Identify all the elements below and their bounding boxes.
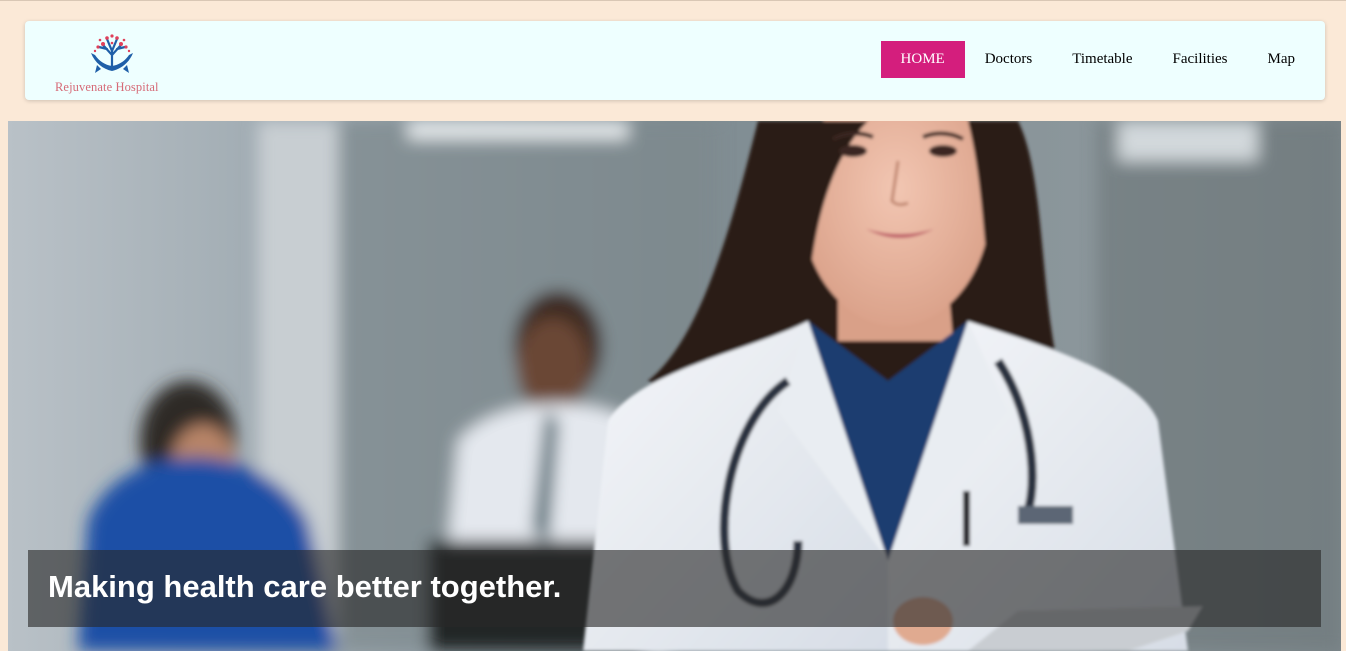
nav-home[interactable]: HOME xyxy=(880,41,965,78)
page-top-border xyxy=(0,0,1346,1)
hospital-logo[interactable]: Rejuvenate Hospital xyxy=(53,33,175,97)
nav-doctors[interactable]: Doctors xyxy=(965,41,1053,78)
hero-caption-text: Making health care better together. xyxy=(48,569,562,604)
nav-map[interactable]: Map xyxy=(1248,41,1316,78)
main-nav: HOME Doctors Timetable Facilities Map xyxy=(880,41,1316,78)
navbar: Rejuvenate Hospital HOME Doctors Timetab… xyxy=(25,21,1325,100)
nav-timetable[interactable]: Timetable xyxy=(1052,41,1152,78)
hero-caption: Making health care better together. xyxy=(28,550,1321,627)
tree-in-hands-icon xyxy=(91,34,133,73)
nav-facilities[interactable]: Facilities xyxy=(1153,41,1248,78)
logo-text: Rejuvenate Hospital xyxy=(55,80,159,94)
hero-banner: Making health care better together. xyxy=(8,121,1341,651)
